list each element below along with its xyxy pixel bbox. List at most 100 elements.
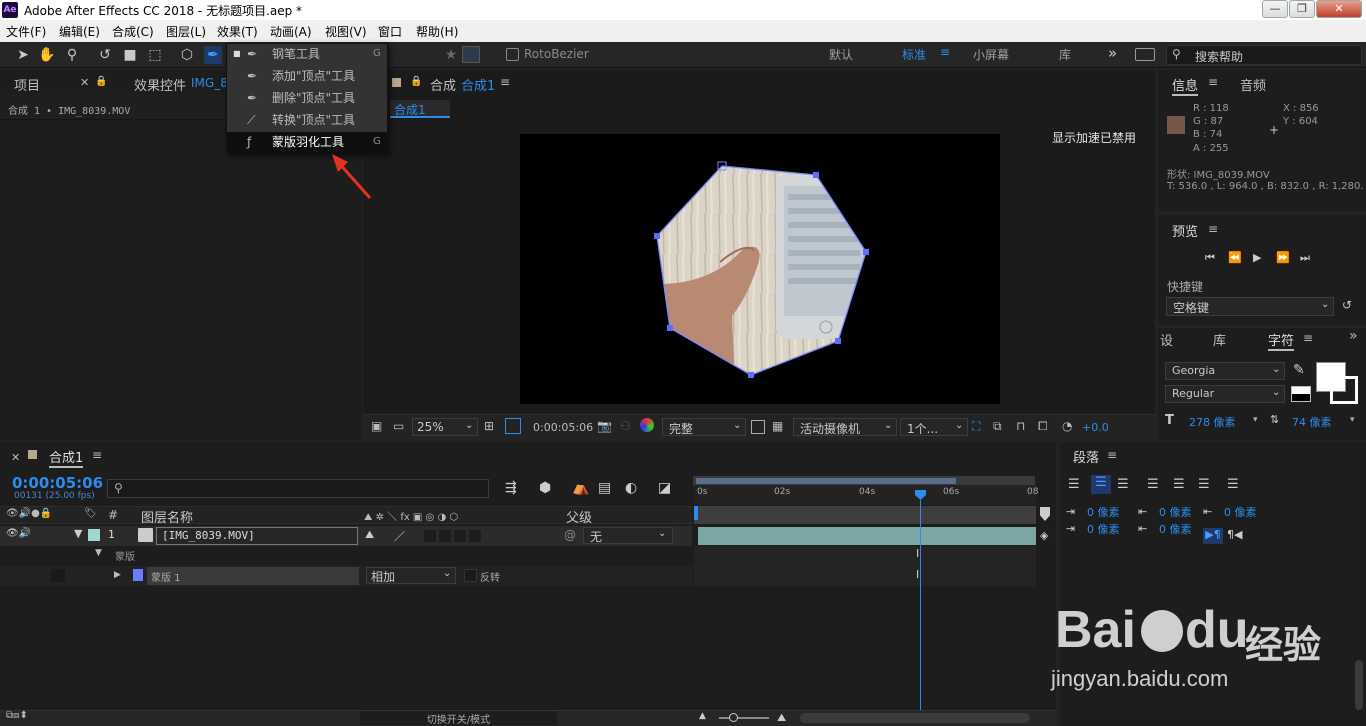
tab-settings[interactable]: 设 bbox=[1160, 330, 1173, 349]
column-parent[interactable]: 父级 bbox=[566, 507, 592, 526]
pick-whip-icon[interactable]: @ bbox=[564, 528, 576, 542]
workspace-menu-icon[interactable]: ≡ bbox=[940, 45, 950, 59]
comp-subtab[interactable]: 合成1 bbox=[390, 100, 450, 118]
quality-switch-icon[interactable]: ／ bbox=[394, 528, 405, 544]
comp-timecode[interactable]: 0:00:05:06 bbox=[533, 421, 593, 434]
next-frame-icon[interactable]: ⏩ bbox=[1276, 251, 1290, 264]
menu-item-pen-tool[interactable]: ■ ✒ 钢笔工具 G bbox=[227, 44, 387, 66]
tab-effect-controls[interactable]: 效果控件 bbox=[134, 75, 186, 94]
menu-help[interactable]: 帮助(H) bbox=[416, 23, 458, 40]
menu-window[interactable]: 窗口 bbox=[378, 23, 402, 40]
zoom-out-icon[interactable]: ▲ bbox=[699, 711, 706, 721]
footer-toggles-icon[interactable]: ⧉⧈⬍ bbox=[6, 710, 28, 721]
resolution-dropdown[interactable]: 完整 ⌄ bbox=[662, 418, 746, 436]
zoom-tool-icon[interactable]: ⚲ bbox=[63, 46, 81, 64]
leading-value[interactable]: 74 像素 bbox=[1292, 414, 1332, 430]
space-after-value[interactable]: 0 像素 bbox=[1159, 521, 1192, 537]
comp-tab-name[interactable]: 合成1 bbox=[461, 75, 495, 94]
parent-dropdown[interactable]: 无 ⌄ bbox=[583, 527, 673, 544]
sync-settings-icon[interactable] bbox=[1135, 48, 1155, 61]
zoom-slider-track[interactable] bbox=[719, 717, 769, 719]
mask-mode-dropdown[interactable]: 相加 ⌄ bbox=[366, 567, 456, 584]
selection-tool-icon[interactable]: ➤ bbox=[14, 46, 32, 64]
overflow-icon[interactable]: » bbox=[1349, 328, 1358, 344]
graph-editor-icon[interactable]: ◪ bbox=[658, 480, 671, 496]
close-button[interactable]: ✕ bbox=[1316, 0, 1362, 18]
layer-name-field[interactable]: [IMG_8039.MOV] bbox=[156, 527, 358, 545]
comp-flowchart-icon[interactable]: ⊓ bbox=[1016, 419, 1025, 433]
timeline-scrollbar[interactable] bbox=[800, 713, 1030, 723]
grid-icon[interactable]: ⊞ bbox=[484, 419, 494, 433]
expand-triangle-icon[interactable]: ▼ bbox=[95, 548, 102, 558]
shy-layers-icon[interactable]: ⛺ bbox=[572, 480, 589, 496]
shortcut-dropdown[interactable]: 空格键 ⌄ bbox=[1166, 297, 1334, 316]
close-icon[interactable]: ✕ bbox=[11, 451, 20, 464]
mask-color-swatch[interactable] bbox=[133, 569, 143, 581]
camera-snapshot-icon[interactable]: 📷 bbox=[597, 419, 612, 433]
camera-tool-icon[interactable]: ■ bbox=[121, 46, 139, 64]
visibility-icon[interactable]: 👁🔊 bbox=[6, 528, 31, 539]
rtl-direction-icon[interactable]: ¶◀ bbox=[1227, 528, 1242, 541]
timeline-timecode[interactable]: 0:00:05:06 bbox=[12, 474, 103, 492]
tab-info[interactable]: 信息 bbox=[1172, 75, 1199, 96]
zoom-dropdown[interactable]: 25% ⌄ bbox=[412, 418, 478, 436]
ltr-direction-icon[interactable]: ▶¶ bbox=[1203, 528, 1223, 544]
workspace-standard[interactable]: 标准 bbox=[902, 46, 926, 63]
reset-exposure-icon[interactable]: ◔ bbox=[1062, 419, 1072, 433]
motion-blur-icon[interactable]: ◐ bbox=[625, 480, 637, 496]
layer-label-color[interactable] bbox=[88, 529, 100, 541]
fast-preview-icon[interactable]: ⛶ bbox=[972, 419, 980, 434]
maximize-button[interactable]: ❐ bbox=[1289, 0, 1315, 18]
align-left-icon[interactable]: ☰ bbox=[1068, 477, 1080, 492]
work-area-start-marker[interactable] bbox=[694, 506, 698, 520]
chevron-down-icon[interactable]: ▾ bbox=[1253, 415, 1258, 425]
justify-all-icon[interactable]: ☰ bbox=[1227, 477, 1239, 492]
views-dropdown[interactable]: 1个... ⌄ bbox=[900, 418, 968, 436]
menu-file[interactable]: 文件(F) bbox=[6, 23, 46, 40]
close-icon[interactable]: ✕ bbox=[80, 76, 89, 89]
align-center-icon[interactable]: ☰ bbox=[1091, 475, 1111, 494]
justify-left-icon[interactable]: ☰ bbox=[1147, 477, 1159, 492]
workspace-default[interactable]: 默认 bbox=[829, 46, 853, 63]
first-line-indent-value[interactable]: 0 像素 bbox=[1087, 521, 1120, 537]
pen-tool-icon[interactable]: ✒ bbox=[204, 46, 222, 64]
menu-animation[interactable]: 动画(A) bbox=[270, 23, 312, 40]
layer-duration-bar[interactable] bbox=[698, 527, 1036, 545]
align-right-icon[interactable]: ☰ bbox=[1117, 477, 1129, 492]
column-layer-name[interactable]: 图层名称 bbox=[141, 507, 193, 526]
tab-audio[interactable]: 音频 bbox=[1240, 75, 1266, 94]
hand-tool-icon[interactable]: ✋ bbox=[38, 46, 56, 64]
star-icon[interactable]: ★ bbox=[442, 46, 460, 64]
playhead-line[interactable] bbox=[920, 500, 921, 712]
panel-menu-icon[interactable]: ≡ bbox=[1208, 75, 1218, 89]
menu-item-delete-vertex[interactable]: ✒ 删除"顶点"工具 bbox=[227, 88, 387, 110]
show-snapshot-icon[interactable]: ⚇ bbox=[620, 419, 631, 433]
exposure-value[interactable]: +0.0 bbox=[1082, 421, 1109, 434]
region-of-interest-icon[interactable] bbox=[751, 420, 765, 434]
first-frame-icon[interactable]: ⏮ bbox=[1205, 251, 1215, 265]
font-style-dropdown[interactable]: Regular ⌄ bbox=[1165, 385, 1285, 403]
camera-dropdown[interactable]: 活动摄像机 ⌄ bbox=[793, 418, 897, 436]
font-size-value[interactable]: 278 像素 bbox=[1189, 414, 1236, 430]
workspace-overflow-button[interactable]: » bbox=[1108, 44, 1117, 62]
expand-triangle-icon[interactable]: ▼ bbox=[74, 527, 82, 540]
mask-visibility-slot[interactable] bbox=[51, 569, 65, 582]
comp-marker-track[interactable] bbox=[694, 506, 1036, 524]
justify-center-icon[interactable]: ☰ bbox=[1173, 477, 1185, 492]
fill-toggle-icon[interactable] bbox=[462, 46, 480, 63]
layer-search-input[interactable]: ⚲ bbox=[107, 479, 489, 498]
frame-blending-icon[interactable]: ▤ bbox=[598, 480, 611, 496]
menu-view[interactable]: 视图(V) bbox=[325, 23, 367, 40]
search-help-field[interactable]: ⚲ 搜索帮助 bbox=[1166, 45, 1362, 65]
menu-composition[interactable]: 合成(C) bbox=[112, 23, 154, 40]
prev-frame-icon[interactable]: ⏪ bbox=[1228, 251, 1242, 264]
play-icon[interactable]: ▶ bbox=[1253, 251, 1261, 264]
menu-item-convert-vertex[interactable]: ⟋ 转换"顶点"工具 bbox=[227, 110, 387, 132]
lock-icon[interactable]: 🔒 bbox=[410, 76, 422, 87]
timeline-tab[interactable]: 合成1 bbox=[49, 447, 84, 468]
black-white-swatch[interactable] bbox=[1291, 386, 1311, 402]
font-family-dropdown[interactable]: Georgia ⌄ bbox=[1165, 362, 1285, 380]
panel-menu-icon[interactable]: ≡ bbox=[92, 448, 102, 462]
tab-character[interactable]: 字符 bbox=[1268, 330, 1295, 351]
snapshot-region-icon[interactable]: ▣ bbox=[371, 419, 382, 433]
